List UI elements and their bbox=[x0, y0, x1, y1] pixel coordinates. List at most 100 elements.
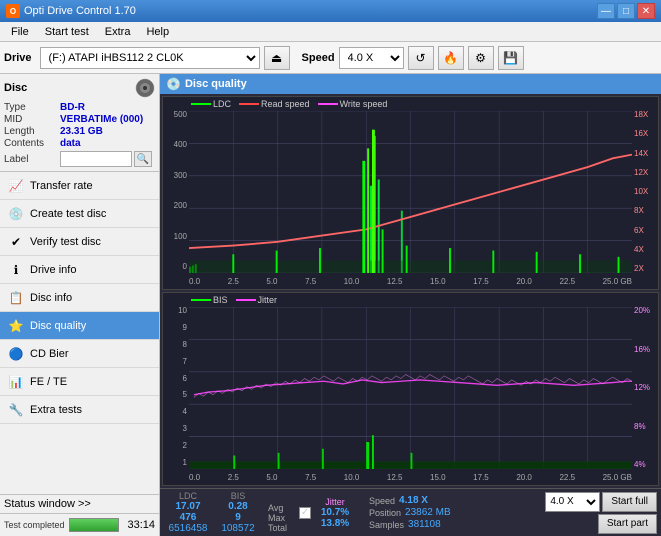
progress-bar-fill bbox=[70, 519, 118, 531]
avg-label: Avg bbox=[268, 503, 283, 513]
bis-jitter-chart-svg bbox=[189, 307, 632, 469]
contents-value: data bbox=[60, 138, 81, 149]
samples-label: Samples bbox=[369, 520, 404, 530]
menu-extra[interactable]: Extra bbox=[98, 24, 138, 40]
drive-select[interactable]: (F:) ATAPI iHBS112 2 CL0K bbox=[40, 47, 260, 69]
speed-select[interactable]: 4.0 X bbox=[339, 47, 404, 69]
chart1-y-right: 18X 16X 14X 12X 10X 8X 6X 4X 2X bbox=[632, 111, 658, 273]
menu-help[interactable]: Help bbox=[139, 24, 176, 40]
disc-panel: Disc Type BD-R MID VERBATIMe (000) Lengt bbox=[0, 74, 159, 172]
disc-quality-header-icon: 💿 bbox=[166, 77, 181, 91]
bis-color bbox=[191, 299, 211, 301]
settings-button[interactable]: ⚙ bbox=[468, 46, 494, 70]
start-full-button[interactable]: Start full bbox=[602, 492, 657, 512]
bis-total: 108572 bbox=[221, 523, 254, 534]
bis-max: 9 bbox=[235, 512, 241, 523]
progress-bar-container bbox=[69, 518, 119, 532]
sidebar-item-cd-bier[interactable]: 🔵 CD Bier bbox=[0, 340, 159, 368]
menu-file[interactable]: File bbox=[4, 24, 36, 40]
type-value: BD-R bbox=[60, 102, 85, 113]
position-label: Position bbox=[369, 508, 401, 518]
content-area: 💿 Disc quality LDC Read speed bbox=[160, 74, 661, 536]
sidebar-item-fe-te[interactable]: 📊 FE / TE bbox=[0, 368, 159, 396]
chart2-y-left: 10 9 8 7 6 5 4 3 2 1 bbox=[163, 307, 189, 467]
ldc-chart: LDC Read speed Write speed 500 400 bbox=[162, 96, 659, 290]
sidebar-item-disc-info[interactable]: 📋 Disc info bbox=[0, 284, 159, 312]
length-key: Length bbox=[4, 126, 60, 137]
extra-tests-icon: 🔧 bbox=[8, 402, 24, 418]
status-window-button[interactable]: Status window >> bbox=[0, 495, 159, 514]
transfer-rate-icon: 📈 bbox=[8, 178, 24, 194]
disc-quality-title: Disc quality bbox=[185, 78, 247, 90]
title-bar-text: Opti Drive Control 1.70 bbox=[24, 5, 136, 17]
row-labels: Avg Max Total bbox=[268, 493, 287, 533]
bis-avg: 0.28 bbox=[228, 501, 247, 512]
status-text: Test completed bbox=[4, 520, 65, 530]
action-section: 4.0 X Start full Start part bbox=[545, 492, 657, 534]
sidebar-item-extra-tests[interactable]: 🔧 Extra tests bbox=[0, 396, 159, 424]
close-button[interactable]: ✕ bbox=[637, 3, 655, 19]
disc-quality-header: 💿 Disc quality bbox=[160, 74, 661, 94]
eject-button[interactable]: ⏏ bbox=[264, 46, 290, 70]
progress-row: Test completed 33:14 bbox=[0, 514, 159, 536]
jitter-max: 13.8% bbox=[321, 518, 349, 529]
sidebar-item-verify-test-disc[interactable]: ✔ Verify test disc bbox=[0, 228, 159, 256]
type-key: Type bbox=[4, 102, 60, 113]
maximize-button[interactable]: □ bbox=[617, 3, 635, 19]
verify-disc-icon: ✔ bbox=[8, 234, 24, 250]
write-speed-color bbox=[318, 103, 338, 105]
bis-jitter-chart: BIS Jitter 10 9 8 7 6 5 4 bbox=[162, 292, 659, 486]
refresh-button[interactable]: ↺ bbox=[408, 46, 434, 70]
title-bar: O Opti Drive Control 1.70 — □ ✕ bbox=[0, 0, 661, 22]
ldc-legend-write: Write speed bbox=[318, 99, 388, 109]
ldc-chart-svg bbox=[189, 111, 632, 273]
sidebar-item-create-test-disc[interactable]: 💿 Create test disc bbox=[0, 200, 159, 228]
ldc-max: 476 bbox=[180, 512, 197, 523]
disc-icon bbox=[135, 78, 155, 98]
chart1-x-axis: 0.0 2.5 5.0 7.5 10.0 12.5 15.0 17.5 20.0… bbox=[189, 273, 632, 289]
jitter-col-label: Jitter bbox=[325, 497, 345, 507]
jitter-checkbox[interactable]: ✓ bbox=[299, 507, 311, 519]
results-info-bar: LDC 17.07 476 6516458 BIS 0.28 9 108572 … bbox=[160, 488, 661, 536]
sidebar-item-drive-info[interactable]: ℹ Drive info bbox=[0, 256, 159, 284]
save-button[interactable]: 💾 bbox=[498, 46, 524, 70]
cd-bier-icon: 🔵 bbox=[8, 346, 24, 362]
minimize-button[interactable]: — bbox=[597, 3, 615, 19]
result-speed-select[interactable]: 4.0 X bbox=[545, 492, 600, 512]
status-bar: Status window >> Test completed 33:14 bbox=[0, 494, 159, 536]
burn-button[interactable]: 🔥 bbox=[438, 46, 464, 70]
chart2-x-axis: 0.0 2.5 5.0 7.5 10.0 12.5 15.0 17.5 20.0… bbox=[189, 469, 632, 485]
ldc-label: LDC bbox=[213, 99, 231, 109]
app-icon: O bbox=[6, 4, 20, 18]
jitter-color bbox=[236, 299, 256, 301]
sidebar-item-disc-quality[interactable]: ⭐ Disc quality bbox=[0, 312, 159, 340]
disc-quality-icon: ⭐ bbox=[8, 318, 24, 334]
write-speed-label: Write speed bbox=[340, 99, 388, 109]
nav-items: 📈 Transfer rate 💿 Create test disc ✔ Ver… bbox=[0, 172, 159, 494]
bis-label: BIS bbox=[213, 295, 228, 305]
bis-legend: BIS Jitter bbox=[191, 295, 277, 305]
ldc-avg: 17.07 bbox=[175, 501, 200, 512]
mid-key: MID bbox=[4, 114, 60, 125]
ldc-legend-read: Read speed bbox=[239, 99, 310, 109]
drive-label: Drive bbox=[4, 52, 32, 64]
sidebar-item-transfer-rate[interactable]: 📈 Transfer rate bbox=[0, 172, 159, 200]
speed-label: Speed bbox=[369, 496, 395, 506]
create-disc-icon: 💿 bbox=[8, 206, 24, 222]
disc-title: Disc bbox=[4, 82, 27, 94]
menu-start-test[interactable]: Start test bbox=[38, 24, 96, 40]
jitter-avg: 10.7% bbox=[321, 507, 349, 518]
bis-legend-jitter: Jitter bbox=[236, 295, 278, 305]
ldc-results: LDC 17.07 476 6516458 bbox=[164, 491, 212, 534]
contents-key: Contents bbox=[4, 138, 60, 149]
fe-te-icon: 📊 bbox=[8, 374, 24, 390]
bis-legend-bis: BIS bbox=[191, 295, 228, 305]
drive-info-icon: ℹ bbox=[8, 262, 24, 278]
label-button[interactable]: 🔍 bbox=[134, 151, 152, 167]
label-input[interactable] bbox=[60, 151, 132, 167]
read-speed-color bbox=[239, 103, 259, 105]
speed-section: Speed 4.18 X Position 23862 MB Samples 3… bbox=[369, 495, 451, 530]
speed-value: 4.18 X bbox=[399, 495, 428, 506]
read-speed-label: Read speed bbox=[261, 99, 310, 109]
ldc-total: 6516458 bbox=[169, 523, 208, 534]
